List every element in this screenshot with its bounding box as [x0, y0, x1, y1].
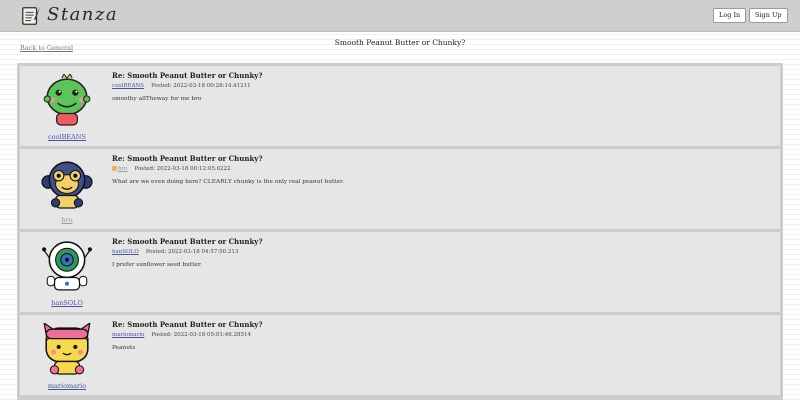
post-meta-author-link[interactable]: bro: [118, 166, 127, 172]
post-body: smoothy allTheway for me bro: [112, 96, 202, 102]
signup-button[interactable]: Sign Up: [749, 8, 788, 23]
post-subject: Re: Smooth Peanut Butter or Chunky?: [112, 154, 263, 163]
post-subject: Re: Smooth Peanut Butter or Chunky?: [112, 237, 263, 246]
login-button[interactable]: Log In: [713, 8, 747, 23]
scroll-quill-logo-icon[interactable]: [20, 5, 42, 27]
posts-list: coolBEANS Re: Smooth Peanut Butter or Ch…: [17, 63, 783, 400]
post-meta: hanSOLO Posted: 2022-03-18 04:57:50.213: [112, 249, 238, 255]
post-author-link[interactable]: hanSOLO: [24, 299, 110, 307]
post-item: coolBEANS Re: Smooth Peanut Butter or Ch…: [20, 66, 780, 146]
user-mini-avatar-icon: [112, 166, 117, 171]
monkey-avatar-icon: [41, 161, 93, 209]
post-meta-author-link[interactable]: hanSOLO: [112, 249, 139, 255]
back-to-general-link[interactable]: Back to General: [20, 44, 73, 52]
post-meta: bro Posted: 2022-03-18 00:12:05.0222: [112, 166, 231, 172]
green-dinosaur-avatar-icon: [43, 74, 91, 126]
post-item: mariomario Re: Smooth Peanut Butter or C…: [20, 315, 780, 395]
post-body: I prefer sunflower seed butter.: [112, 262, 202, 268]
post-timestamp: Posted: 2022-03-18 04:57:50.213: [145, 249, 239, 255]
top-navbar: Stanza Log In Sign Up: [0, 0, 800, 32]
post-meta: mariomario Posted: 2022-03-18 05:01:46.28…: [112, 332, 251, 338]
post-author-link[interactable]: coolBEANS: [24, 133, 110, 141]
post-item: hanSOLO Re: Smooth Peanut Butter or Chun…: [20, 232, 780, 312]
post-body: Peanuts: [112, 345, 136, 351]
post-meta: coolBEANS Posted: 2022-03-18 00:28:14.412…: [112, 83, 251, 89]
post-item: bro Re: Smooth Peanut Butter or Chunky? …: [20, 149, 780, 229]
post-meta-author-link[interactable]: coolBEANS: [112, 83, 144, 89]
post-author-link[interactable]: mariomario: [24, 382, 110, 390]
post-body: What are we even doing here? CLEARLY chu…: [112, 179, 345, 185]
pink-cat-avatar-icon: [43, 323, 91, 375]
post-timestamp: Posted: 2022-03-18 00:12:05.0222: [134, 166, 231, 172]
post-subject: Re: Smooth Peanut Butter or Chunky?: [112, 71, 263, 80]
post-subject: Re: Smooth Peanut Butter or Chunky?: [112, 320, 263, 329]
post-timestamp: Posted: 2022-03-18 05:01:46.28514: [151, 332, 251, 338]
post-author-link[interactable]: bro: [24, 216, 110, 224]
thread-title: Smooth Peanut Butter or Chunky?: [334, 38, 466, 47]
robot-avatar-icon: [42, 241, 92, 291]
post-meta-author-link[interactable]: mariomario: [112, 332, 144, 338]
app-logo-text[interactable]: Stanza: [47, 4, 118, 25]
post-timestamp: Posted: 2022-03-18 00:28:14.41211: [151, 83, 251, 89]
